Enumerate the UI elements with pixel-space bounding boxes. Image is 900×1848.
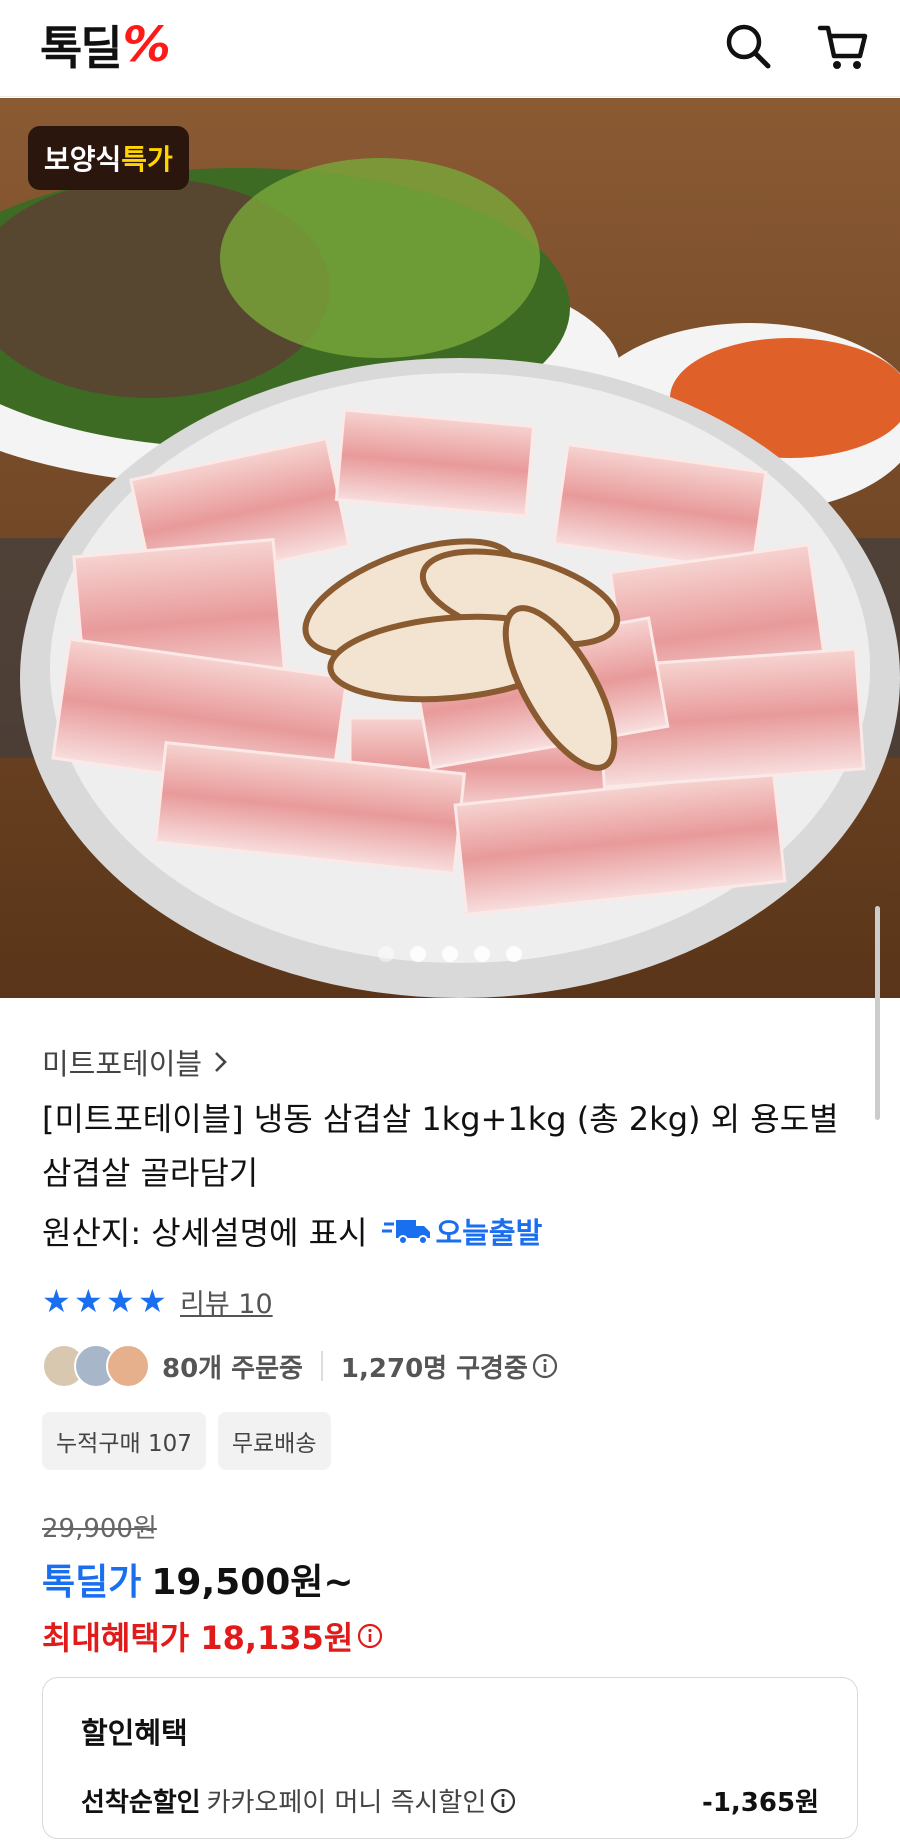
today-shipping-badge: 오늘출발 [381, 1210, 543, 1252]
seller-name: 미트포테이블 [42, 1047, 203, 1081]
chevron-right-icon [215, 1052, 227, 1072]
seller-link[interactable]: 미트포테이블 [42, 1040, 862, 1084]
max-benefit-row: 최대혜택가 18,135원 [42, 1613, 862, 1659]
carousel-dot[interactable] [442, 946, 458, 962]
rating-stars: ★ ★ ★ ★ [42, 1282, 170, 1320]
star-icon: ★ [74, 1282, 103, 1320]
today-shipping-label: 오늘출발 [435, 1216, 543, 1250]
page-scrollbar[interactable] [875, 906, 880, 1120]
origin-row: 원산지: 상세설명에 표시 오늘출발 [42, 1204, 862, 1258]
avatar [106, 1344, 150, 1388]
star-icon: ★ [138, 1282, 167, 1320]
cart-icon[interactable] [816, 20, 870, 74]
carousel-dot[interactable] [474, 946, 490, 962]
divider [320, 1351, 323, 1381]
origin-text: 원산지: 상세설명에 표시 [42, 1214, 368, 1252]
benefit-row-desc: 카카오페이 머니 즉시할인 [206, 1788, 487, 1818]
product-chip: 누적구매 107 [42, 1412, 206, 1470]
product-info: 미트포테이블 [미트포테이블] 냉동 삼겹살 1kg+1kg (총 2kg) 외… [42, 1040, 862, 1659]
info-icon[interactable] [532, 1353, 558, 1379]
carousel-dot[interactable] [378, 946, 394, 962]
benefit-row-label: 선착순할인 [81, 1788, 201, 1818]
max-benefit-price: 최대혜택가 18,135원 [42, 1619, 354, 1657]
review-count-link[interactable]: 리뷰 10 [180, 1282, 273, 1321]
activity-row: 80개 주문중 1,270명 구경중 [42, 1342, 862, 1390]
tokdeal-logo[interactable]: 톡딜% [40, 17, 171, 75]
badge-highlight: 특가 [121, 143, 173, 176]
badge-prefix: 보양식 [44, 143, 122, 176]
pork-belly-photo [0, 98, 900, 998]
star-icon: ★ [106, 1282, 135, 1320]
delivery-truck-icon [381, 1220, 430, 1245]
logo-mark: % [122, 17, 171, 73]
benefit-row-amount: -1,365원 [702, 1788, 819, 1818]
viewers-count: 1,270명 구경중 [340, 1353, 528, 1384]
promo-badge: 보양식특가 [28, 126, 189, 190]
orders-count: 80개 주문중 [162, 1353, 303, 1384]
info-icon[interactable] [357, 1623, 383, 1649]
benefit-row: 선착순할인 카카오페이 머니 즉시할인 -1,365원 [81, 1782, 819, 1819]
benefit-title: 할인혜택 [81, 1716, 188, 1750]
product-image-carousel[interactable]: 보양식특가 [0, 98, 900, 998]
carousel-dot[interactable] [506, 946, 522, 962]
logo-text: 톡딜 [40, 21, 123, 75]
deal-price-row: 톡딜가 19,500원~ [42, 1553, 862, 1605]
product-chip: 무료배송 [217, 1412, 331, 1470]
star-icon: ★ [42, 1282, 71, 1320]
rating-row[interactable]: ★ ★ ★ ★ 리뷰 10 [42, 1280, 862, 1322]
app-header: 톡딜% [0, 0, 900, 97]
search-icon[interactable] [722, 20, 776, 74]
product-chips: 누적구매 107 무료배송 [42, 1412, 862, 1470]
carousel-dot[interactable] [410, 946, 426, 962]
info-icon[interactable] [490, 1788, 516, 1814]
carousel-pagination [0, 946, 900, 962]
product-title: [미트포테이블] 냉동 삼겹살 1kg+1kg (총 2kg) 외 용도별 삼겹… [42, 1100, 839, 1192]
original-price: 29,900원 [42, 1514, 157, 1544]
deal-label: 톡딜가 [42, 1562, 142, 1603]
buyer-avatars [42, 1344, 150, 1388]
discount-benefit-box: 할인혜택 선착순할인 카카오페이 머니 즉시할인 -1,365원 [42, 1677, 858, 1839]
deal-price: 19,500원~ [151, 1562, 354, 1603]
